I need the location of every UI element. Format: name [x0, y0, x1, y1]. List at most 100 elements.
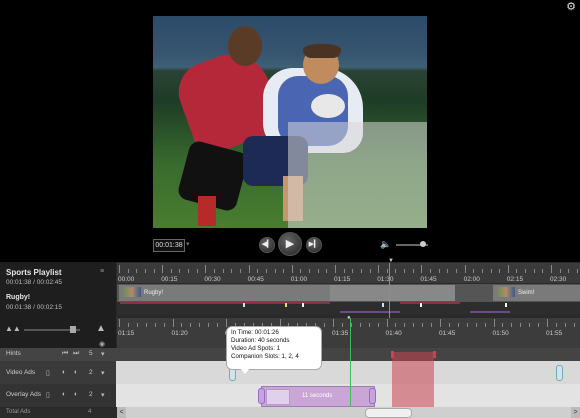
marker-line — [400, 302, 460, 304]
ruler-tick — [447, 269, 449, 273]
ruler-tick — [162, 265, 164, 273]
ruler-tick — [359, 323, 361, 327]
play-button[interactable]: ▶ — [278, 232, 302, 256]
playhead-marker-icon[interactable]: ● — [347, 315, 351, 321]
ad-marker — [505, 303, 507, 307]
video-ads-count: 2 — [89, 369, 93, 376]
ruler-tick — [317, 269, 319, 273]
overlay-ad-handle[interactable] — [369, 388, 376, 404]
toggle-icon[interactable]: ◐ — [62, 369, 66, 376]
trash-icon[interactable]: ▯ — [46, 369, 50, 377]
ruler-tick-label: 01:30 — [377, 276, 394, 283]
ruler-tick — [455, 269, 457, 273]
rugby-ball — [311, 94, 345, 118]
video-viewport[interactable] — [153, 16, 427, 228]
ruler-tick — [231, 269, 233, 273]
ruler-tick — [507, 265, 509, 273]
ruler-tick — [127, 269, 129, 273]
ruler-tick — [208, 323, 210, 327]
ad-marker — [382, 303, 384, 307]
ad-zone-highlight[interactable] — [392, 352, 434, 407]
clip-thumbnail — [497, 287, 515, 298]
toggle-icon[interactable]: ◐ — [74, 391, 78, 398]
ruler-tick — [119, 265, 120, 273]
ruler-tick — [309, 269, 311, 273]
ruler-tick-label: 01:45 — [420, 276, 437, 283]
tooltip-video-ad-spots: Video Ad Spots: 1 — [231, 345, 281, 352]
skip-forward-button[interactable]: ▶▎ — [306, 237, 322, 253]
playhead-line — [389, 263, 390, 323]
clip-swim[interactable]: Swim! — [493, 285, 580, 301]
overlay-ad-duration: 11 seconds — [302, 393, 333, 399]
dropdown-icon[interactable]: ▾ — [101, 391, 105, 399]
ruler-tick-label: 00:00 — [118, 276, 135, 283]
ruler-tick — [502, 323, 504, 327]
hint-marker[interactable] — [391, 351, 394, 358]
ruler-tick — [464, 265, 466, 273]
eye-icon[interactable]: ◉ — [99, 340, 105, 348]
visible-range-highlight[interactable] — [330, 285, 455, 301]
scroll-left-button[interactable]: < — [117, 407, 126, 418]
toggle-icon[interactable]: ◐ — [62, 391, 66, 398]
overlay-ad-thumbnail — [266, 389, 290, 405]
playhead-line — [350, 318, 351, 408]
ruler-tick — [343, 269, 345, 273]
ruler-tick — [170, 269, 172, 273]
ruler-tick — [333, 319, 334, 327]
hint-marker[interactable] — [433, 351, 436, 358]
speaker-icon[interactable]: 🔈 — [380, 239, 391, 250]
tooltip-tail — [240, 368, 250, 374]
ruler-tick — [475, 323, 477, 327]
tooltip-duration: Duration: 40 seconds — [231, 337, 290, 344]
skip-back-button[interactable]: ◀▎ — [259, 237, 275, 253]
video-ad-marker[interactable] — [556, 365, 563, 381]
ruler-tick-label: 01:15 — [334, 276, 351, 283]
zoom-out-icon[interactable]: ▲▲ — [5, 324, 21, 333]
overlay-ad-handle[interactable] — [258, 388, 265, 404]
ruler-tick — [248, 265, 250, 273]
volume-slider-knob[interactable] — [420, 241, 426, 247]
scroll-right-button[interactable]: > — [571, 407, 580, 418]
hints-count: 5 — [89, 350, 93, 357]
ruler-tick — [222, 269, 224, 273]
clip-time: 00:01:38 / 00:02:15 — [6, 304, 63, 311]
dropdown-icon[interactable]: ▾ — [101, 350, 105, 358]
ruler-tick — [386, 269, 388, 273]
tooltip-companion-slots: Companion Slots: 1, 2, 4 — [231, 353, 299, 360]
prev-hint-icon[interactable]: ⏮ — [62, 350, 68, 358]
ruler-tick — [573, 323, 575, 327]
chevron-down-icon[interactable]: ▾ — [186, 240, 190, 248]
ruler-tick — [430, 269, 432, 273]
ruler-tick-label: 01:00 — [290, 276, 308, 283]
ruler-tick — [265, 269, 267, 273]
tooltip-in-time: In Time: 00:01:26 — [231, 329, 279, 336]
ruler-tick — [499, 269, 501, 273]
overlay-ads-count: 2 — [89, 391, 93, 398]
ruler-tick — [300, 269, 302, 273]
ruler-tick — [547, 319, 548, 327]
current-time-display[interactable]: 00:01:38 — [153, 239, 185, 252]
scrollbar-thumb[interactable] — [365, 408, 412, 418]
total-ads-count: 4 — [88, 409, 92, 415]
overlay-ad-preview — [288, 122, 427, 228]
playlist-menu-icon[interactable]: ≡ — [100, 268, 104, 275]
ruler-tick — [205, 265, 207, 273]
clip-thumbnail — [123, 287, 141, 298]
ruler-tick — [360, 269, 362, 273]
zoom-in-icon[interactable]: ▲ — [96, 323, 106, 334]
ruler-tick — [163, 323, 165, 327]
clip-rugby[interactable]: Rugby! — [119, 285, 330, 301]
timeline-scrollbar[interactable] — [117, 407, 580, 418]
ruler-tick — [377, 323, 379, 327]
overlay-ad-block[interactable]: 11 seconds — [261, 386, 375, 407]
trash-icon[interactable]: ▯ — [46, 391, 50, 399]
zoom-slider-knob[interactable] — [70, 326, 76, 333]
gear-icon[interactable]: ⚙ — [566, 2, 576, 13]
ruler-tick — [283, 269, 285, 273]
ruler-tick-label: 00:15 — [161, 276, 178, 283]
toggle-icon[interactable]: ◐ — [74, 369, 78, 376]
next-hint-icon[interactable]: ⏭ — [73, 350, 79, 358]
ruler-tick — [559, 269, 561, 273]
dropdown-icon[interactable]: ▾ — [101, 369, 105, 377]
ruler-tick — [555, 323, 557, 327]
